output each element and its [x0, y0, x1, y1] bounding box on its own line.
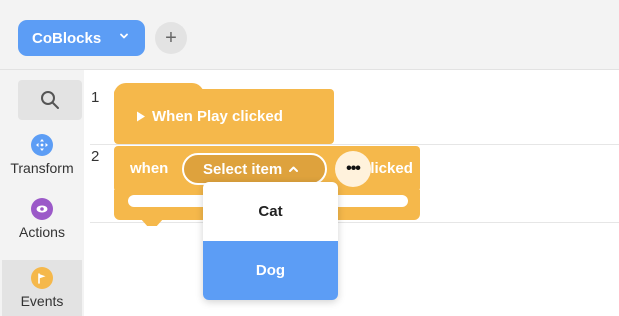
project-name: CoBlocks — [32, 29, 102, 47]
select-item-label: Select item — [203, 160, 283, 178]
row-divider — [90, 144, 619, 145]
more-options-button[interactable]: ••• — [335, 151, 371, 187]
row-divider — [90, 222, 619, 223]
sidebar-item-label: Actions — [19, 224, 65, 240]
block-label: When Play clicked — [152, 108, 283, 125]
dropdown-option-cat[interactable]: Cat — [203, 182, 338, 241]
more-dots-icon: ••• — [346, 160, 361, 177]
dropdown-option-dog[interactable]: Dog — [203, 241, 338, 300]
move-arrows-icon — [31, 134, 53, 156]
item-dropdown-menu: Cat Dog — [203, 182, 338, 300]
eye-icon — [31, 198, 53, 220]
chevron-up-icon — [289, 166, 299, 172]
when-play-clicked-block[interactable]: When Play clicked — [114, 89, 334, 144]
sidebar-item-label: Transform — [10, 160, 74, 176]
chevron-down-icon — [120, 33, 128, 39]
play-icon — [137, 111, 145, 122]
sidebar-item-label: Events — [20, 293, 64, 309]
plus-icon: + — [165, 27, 177, 49]
line-number: 1 — [91, 89, 100, 106]
block-label-when: when — [130, 160, 169, 177]
category-sidebar: Transform Actions Events — [0, 70, 84, 316]
search-button[interactable] — [18, 80, 82, 120]
search-icon — [41, 91, 59, 109]
sidebar-item-transform[interactable]: Transform — [0, 134, 84, 176]
select-item-dropdown[interactable]: Select item — [182, 153, 327, 185]
sidebar-item-events[interactable]: Events — [2, 260, 82, 316]
flag-icon — [31, 267, 53, 289]
project-menu-button[interactable]: CoBlocks — [18, 20, 145, 56]
add-project-button[interactable]: + — [155, 22, 187, 54]
line-number: 2 — [91, 148, 100, 165]
sidebar-item-actions[interactable]: Actions — [0, 198, 84, 240]
top-bar: CoBlocks + — [0, 0, 619, 70]
